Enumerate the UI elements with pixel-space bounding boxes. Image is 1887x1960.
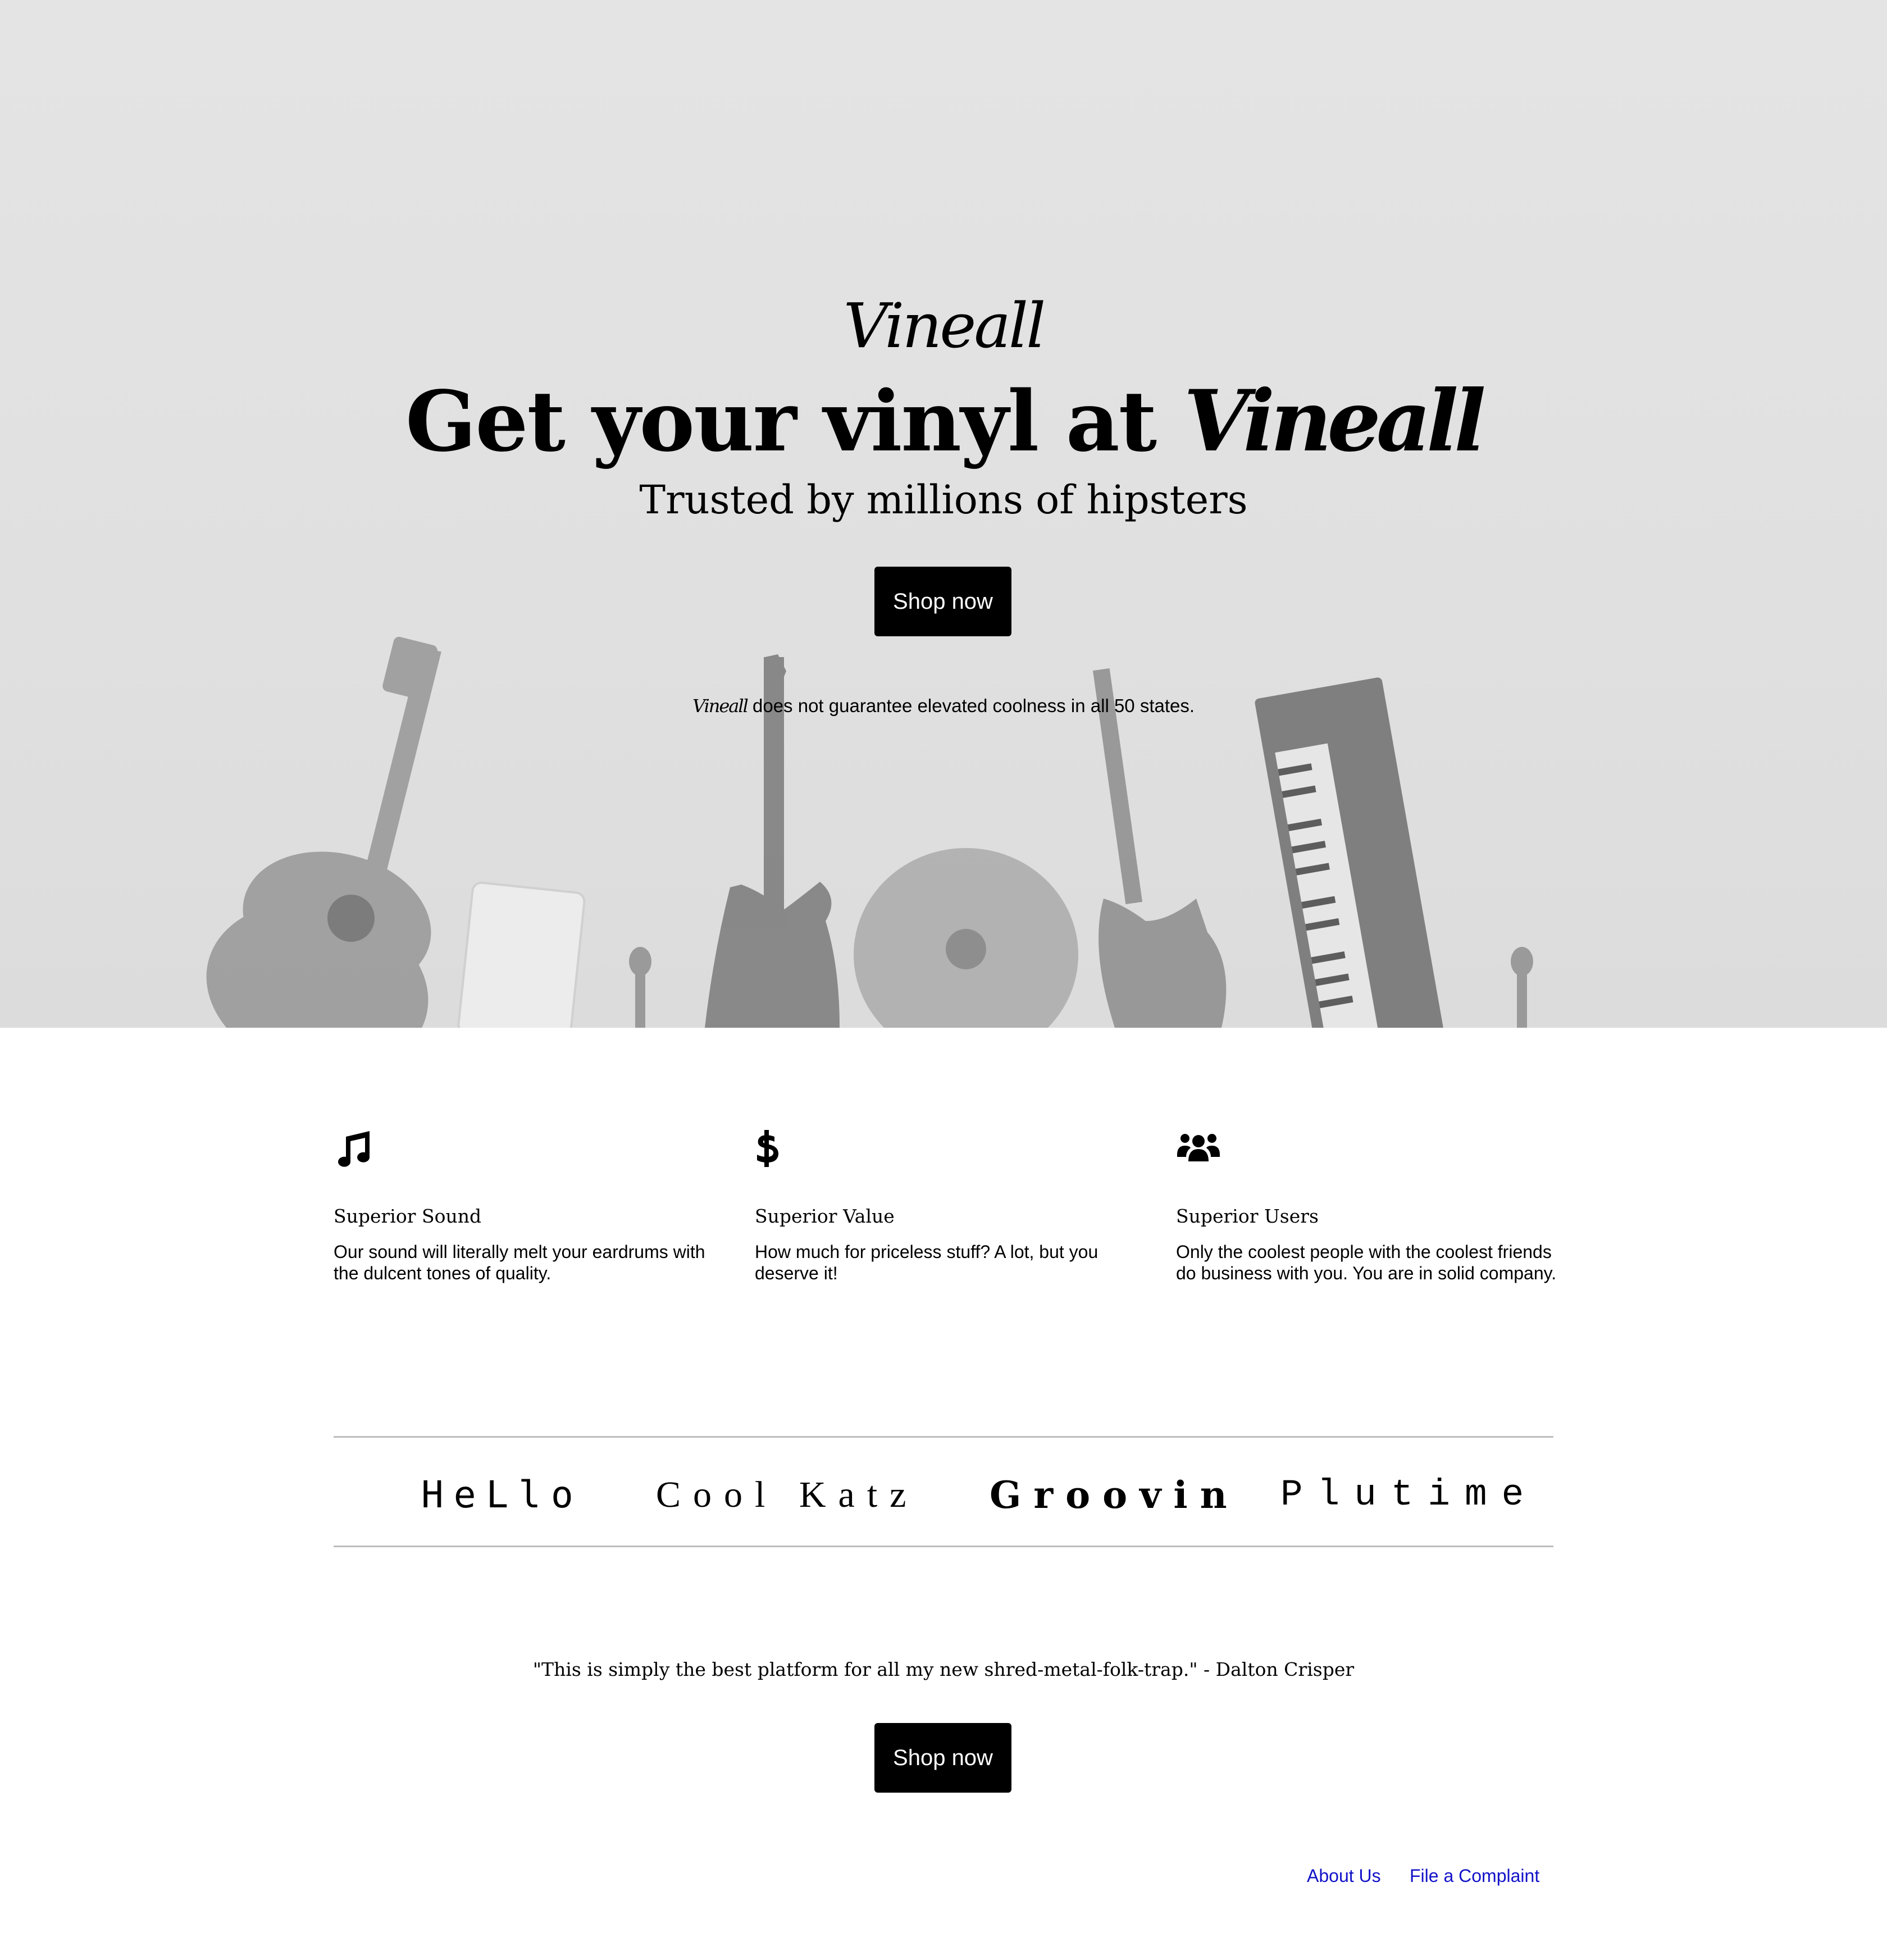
- headline-text: Get your vinyl at: [405, 372, 1157, 470]
- bass-guitar-silhouette: [1092, 668, 1227, 1028]
- partner-logo-groovin: Groovin: [990, 1473, 1239, 1517]
- hero-shop-now-button[interactable]: Shop now: [874, 567, 1011, 636]
- headline-brand: Vineall: [1183, 372, 1486, 471]
- music-note-icon: [338, 1131, 370, 1167]
- hero-section: Vineall Get your vinyl at Vineall Truste…: [0, 0, 1887, 1028]
- microphone-left-silhouette: [629, 947, 651, 1028]
- disclaimer-brand: Vineall: [692, 695, 749, 717]
- acoustic-guitar-silhouette: [206, 636, 441, 1028]
- disclaimer-text: does not guarantee elevated coolness in …: [747, 695, 1195, 716]
- users-icon: [1177, 1134, 1220, 1161]
- feature-superior-sound: Superior Sound Our sound will literally …: [334, 1129, 715, 1284]
- feature-description: Our sound will literally melt your eardr…: [334, 1242, 705, 1283]
- partner-logo-hello: HeLlo: [421, 1473, 584, 1516]
- feature-superior-users: Superior Users Only the coolest people w…: [1176, 1129, 1558, 1284]
- divider-top: [334, 1436, 1553, 1438]
- feature-title: Superior Value: [755, 1205, 895, 1227]
- keyboard-silhouette: [1255, 677, 1443, 1028]
- hero-headline: Get your vinyl at Vineall: [393, 371, 1494, 472]
- divider-bottom: [334, 1546, 1553, 1547]
- microphone-right-silhouette: [1511, 947, 1533, 1028]
- hero-disclaimer: Vineall does not guarantee elevated cool…: [562, 692, 1325, 720]
- hero-logo: Vineall: [843, 290, 1046, 362]
- feature-description: Only the coolest people with the coolest…: [1176, 1242, 1557, 1283]
- hero-subheadline: Trusted by millions of hipsters: [639, 477, 1248, 523]
- bottom-shop-now-button[interactable]: Shop now: [874, 1723, 1011, 1793]
- testimonial-quote: "This is simply the best platform for al…: [532, 1658, 1355, 1680]
- landing-page: Vineall Get your vinyl at Vineall Truste…: [0, 0, 1887, 1960]
- footer-nav: About Us File a Complaint: [1303, 1862, 1550, 1890]
- feature-superior-value: Superior Value How much for priceless st…: [755, 1129, 1137, 1284]
- feature-description: How much for priceless stuff? A lot, but…: [755, 1242, 1099, 1283]
- dollar-icon: [757, 1130, 779, 1167]
- partner-logo-cool-katz: Cool Katz: [656, 1474, 919, 1515]
- footer-link-file-complaint[interactable]: File a Complaint: [1410, 1862, 1539, 1889]
- footer-link-about-us[interactable]: About Us: [1307, 1862, 1381, 1889]
- feature-title: Superior Users: [1176, 1205, 1319, 1227]
- partner-logo-plutime: Plutime: [1280, 1474, 1539, 1516]
- tablet-silhouette: [457, 881, 586, 1028]
- feature-title: Superior Sound: [334, 1205, 482, 1227]
